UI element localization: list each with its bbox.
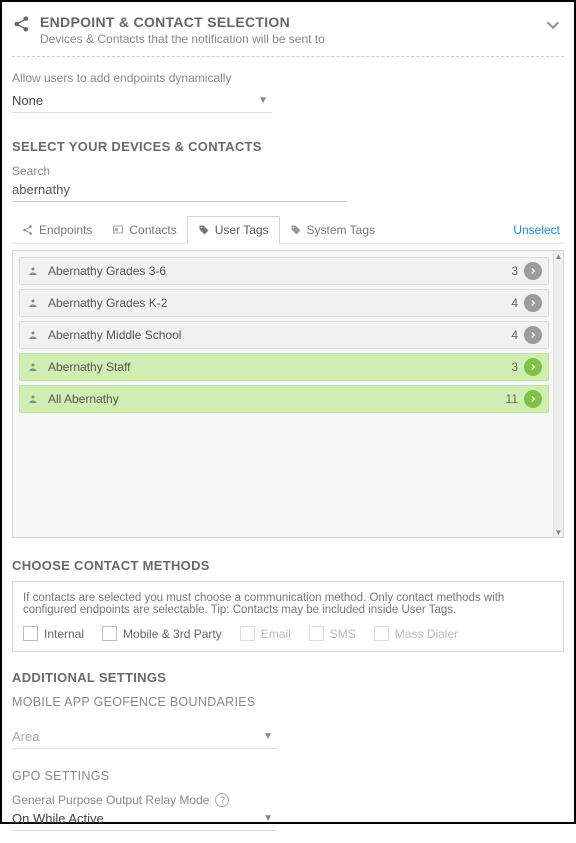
scroll-up-icon[interactable]: ▲: [554, 251, 563, 261]
chk-mobile[interactable]: Mobile & 3rd Party: [102, 626, 222, 641]
chk-internal[interactable]: Internal: [23, 626, 84, 641]
devices-title: SELECT YOUR DEVICES & CONTACTS: [12, 139, 564, 154]
tag-label: Abernathy Middle School: [48, 328, 511, 342]
tab-endpoints-label: Endpoints: [39, 223, 92, 237]
chevron-right-icon[interactable]: [524, 326, 542, 344]
tag-label: Abernathy Grades 3-6: [48, 264, 511, 278]
tag-label: Abernathy Grades K-2: [48, 296, 511, 310]
tag-label: Abernathy Staff: [48, 360, 511, 374]
methods-box: If contacts are selected you must choose…: [12, 581, 564, 652]
geofence-title: MOBILE APP GEOFENCE BOUNDARIES: [12, 695, 564, 709]
methods-title: CHOOSE CONTACT METHODS: [12, 558, 564, 573]
tab-contacts-label: Contacts: [129, 223, 176, 237]
chevron-right-icon[interactable]: [524, 358, 542, 376]
scroll-down-icon[interactable]: ▼: [554, 527, 563, 537]
tabs-row: Endpoints Contacts User Tags System Tags…: [12, 216, 564, 244]
gpo-dropdown[interactable]: On While Active ▼: [12, 807, 277, 831]
dynamic-endpoints-label: Allow users to add endpoints dynamically: [12, 71, 564, 85]
tab-user-tags[interactable]: User Tags: [187, 216, 280, 244]
chevron-right-icon[interactable]: [524, 390, 542, 408]
chevron-right-icon[interactable]: [524, 262, 542, 280]
methods-help: If contacts are selected you must choose…: [23, 592, 553, 616]
dynamic-endpoints-value: None: [12, 93, 43, 108]
tab-user-tags-label: User Tags: [215, 223, 269, 237]
panel-subtitle: Devices & Contacts that the notification…: [40, 32, 325, 46]
tag-row[interactable]: Abernathy Grades K-24: [19, 289, 549, 317]
gpo-title: GPO SETTINGS: [12, 769, 564, 783]
caret-down-icon: ▼: [258, 95, 268, 106]
chevron-right-icon[interactable]: [524, 294, 542, 312]
scrollbar[interactable]: ▲ ▼: [553, 251, 563, 537]
additional-title: ADDITIONAL SETTINGS: [12, 670, 564, 685]
tag-label: All Abernathy: [48, 392, 506, 406]
tab-system-tags[interactable]: System Tags: [280, 217, 385, 243]
collapse-chevron-icon[interactable]: [542, 14, 564, 39]
share-icon: [12, 14, 32, 34]
panel-header: ENDPOINT & CONTACT SELECTION Devices & C…: [12, 14, 564, 57]
tag-count: 3: [511, 264, 518, 278]
chk-mass-dialer: Mass Dialer: [374, 626, 458, 641]
tag-row[interactable]: Abernathy Grades 3-63: [19, 257, 549, 285]
tag-row[interactable]: Abernathy Staff3: [19, 353, 549, 381]
area-placeholder: Area: [12, 729, 39, 744]
user-tag-icon: [26, 328, 40, 342]
tag-count: 4: [511, 296, 518, 310]
chk-sms: SMS: [309, 626, 356, 641]
search-label: Search: [12, 164, 564, 178]
user-tag-icon: [26, 392, 40, 406]
info-icon[interactable]: ?: [215, 793, 229, 807]
dynamic-endpoints-dropdown[interactable]: None ▼: [12, 89, 272, 113]
unselect-link[interactable]: Unselect: [513, 223, 564, 237]
tag-row[interactable]: All Abernathy11: [19, 385, 549, 413]
search-input[interactable]: [12, 178, 347, 202]
user-tag-icon: [26, 360, 40, 374]
chk-email: Email: [240, 626, 291, 641]
gpo-label: General Purpose Output Relay Mode: [12, 793, 209, 807]
caret-down-icon: ▼: [263, 813, 273, 824]
caret-down-icon: ▼: [263, 731, 273, 742]
tag-row[interactable]: Abernathy Middle School4: [19, 321, 549, 349]
user-tag-icon: [26, 264, 40, 278]
tag-count: 3: [511, 360, 518, 374]
tab-system-tags-label: System Tags: [307, 223, 375, 237]
panel-title: ENDPOINT & CONTACT SELECTION: [40, 14, 325, 30]
tag-count: 11: [506, 392, 518, 406]
tab-contacts[interactable]: Contacts: [102, 217, 186, 243]
user-tag-icon: [26, 296, 40, 310]
tag-count: 4: [511, 328, 518, 342]
tags-list: Abernathy Grades 3-63Abernathy Grades K-…: [12, 250, 564, 538]
area-dropdown[interactable]: Area ▼: [12, 725, 277, 749]
tab-endpoints[interactable]: Endpoints: [12, 217, 102, 243]
